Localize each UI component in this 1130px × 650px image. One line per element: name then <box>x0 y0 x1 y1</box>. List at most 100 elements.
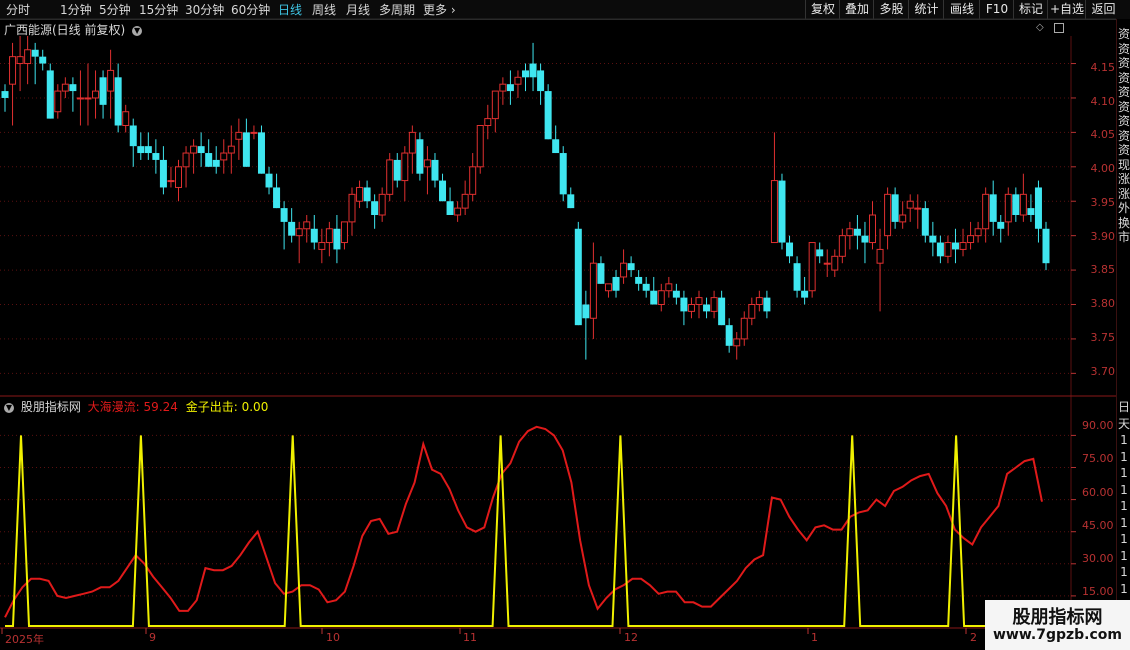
candle-body-up <box>484 118 492 127</box>
candle-body-up <box>823 262 831 265</box>
side-char: 1 <box>1120 581 1128 596</box>
line1-label: 大海漫流: <box>87 400 140 414</box>
candle-body-up <box>499 83 507 92</box>
side-char: 1 <box>1120 565 1128 579</box>
indicator-tick: 45.00 <box>1082 519 1114 532</box>
side-lower-list: 日天111111111111 <box>1117 399 1130 630</box>
line2-label: 金子出击: <box>185 400 238 414</box>
candle-body-up <box>92 90 100 99</box>
price-tick: 4.00 <box>1090 162 1116 175</box>
candle-body-down <box>31 49 39 57</box>
date-tick: 2025年 <box>5 633 44 646</box>
candle-body-down <box>816 249 824 257</box>
date-tick: 2 <box>970 631 977 644</box>
line2-value: 0.00 <box>241 400 269 414</box>
candle-body-down <box>205 153 213 167</box>
side-char: 1 <box>1120 449 1128 464</box>
candle-body-up <box>770 180 778 244</box>
candle-body-up <box>190 145 198 154</box>
date-tick: 11 <box>463 631 477 644</box>
candle-body-up <box>378 193 386 216</box>
side-char: 1 <box>1120 499 1128 513</box>
candle-body-up <box>61 83 69 92</box>
candle-body-down <box>46 70 54 119</box>
price-tick: 3.80 <box>1090 297 1116 310</box>
candle-body-down <box>559 153 567 195</box>
candle-body-down <box>265 173 273 188</box>
side-char: 1 <box>1120 466 1128 480</box>
side-char: 1 <box>1120 433 1128 447</box>
candle-body-up <box>695 297 703 306</box>
candle-body-down <box>853 228 861 236</box>
candle-body-up <box>227 145 235 154</box>
candle-body-up <box>967 235 975 244</box>
date-tick: 12 <box>624 631 638 644</box>
candle-body-up <box>175 166 182 188</box>
indicator-title-bar: ▼ 股朋指标网 大海漫流: 59.24 金子出击: 0.00 <box>4 398 268 415</box>
indicator-tick: 75.00 <box>1082 452 1114 465</box>
candle-body-up <box>401 152 409 182</box>
candle-body-down <box>242 132 250 167</box>
candle-body-down <box>99 77 107 105</box>
candle-body-down <box>778 180 786 243</box>
candle-body-up <box>657 290 665 306</box>
candle-body-down <box>288 221 296 236</box>
candle-body-down <box>529 63 537 78</box>
candle-body-down <box>793 263 801 291</box>
candle-body-down <box>989 194 997 222</box>
candle-body-up <box>476 125 484 168</box>
candle-body-up <box>710 297 718 312</box>
side-info-panel[interactable]: 资资资资资资资资资现涨涨外换市 日天111111111111 <box>1116 19 1130 650</box>
side-char: 资 <box>1117 56 1130 70</box>
candle-body-up <box>250 131 258 134</box>
side-char: 资 <box>1117 143 1130 157</box>
chevron-down-icon[interactable]: ▼ <box>4 402 14 413</box>
kline-chart <box>0 18 1116 634</box>
side-char: 1 <box>1120 532 1128 546</box>
candle-body-down <box>627 263 635 271</box>
candle-body-down <box>763 297 771 312</box>
candle-body-down <box>212 159 220 167</box>
price-tick: 3.75 <box>1090 331 1116 344</box>
candle-body-up <box>869 214 876 244</box>
candle-body-up <box>76 97 84 100</box>
candle-body-down <box>1027 208 1035 215</box>
candle-body-down <box>129 125 137 147</box>
candle-body-up <box>469 166 477 195</box>
candle-body-up <box>182 152 190 168</box>
candle-body-down <box>861 235 869 243</box>
candle-body-down <box>718 297 726 326</box>
candle-body-up <box>589 262 597 319</box>
candle-body-down <box>159 159 167 188</box>
side-char: 换 <box>1117 215 1130 230</box>
side-char: 市 <box>1117 230 1130 244</box>
side-char: 日 <box>1117 400 1130 414</box>
candle-body-up <box>454 207 462 216</box>
price-tick: 3.85 <box>1090 263 1116 276</box>
indicator-tick: 15.00 <box>1082 585 1114 598</box>
candle-body-up <box>24 49 32 65</box>
candle-body-down <box>273 187 281 209</box>
candle-body-up <box>959 242 967 250</box>
side-char: 资 <box>1117 70 1130 85</box>
side-char: 资 <box>1117 85 1130 99</box>
candle-body-up <box>325 228 333 244</box>
candle-body-down <box>197 146 205 154</box>
candle-body-up <box>295 228 303 237</box>
side-upper-list: 资资资资资资资资资现涨涨外换市 <box>1117 19 1130 245</box>
candle-body-up <box>461 193 469 209</box>
indicator-line-1 <box>4 425 1043 618</box>
candle-body-up <box>9 56 17 85</box>
candle-body-down <box>951 242 959 250</box>
candle-body-down <box>69 84 77 92</box>
candle-body-up <box>107 69 115 92</box>
candle-body-down <box>363 187 371 202</box>
candle-body-down <box>997 221 1005 229</box>
candle-body-down <box>416 139 424 174</box>
candle-body-down <box>114 77 122 126</box>
candle-body-down <box>371 201 379 215</box>
candle-body-up <box>974 228 982 237</box>
indicator-line-2 <box>5 435 1116 627</box>
candle-body-up <box>303 221 311 230</box>
candle-body-down <box>144 146 152 154</box>
